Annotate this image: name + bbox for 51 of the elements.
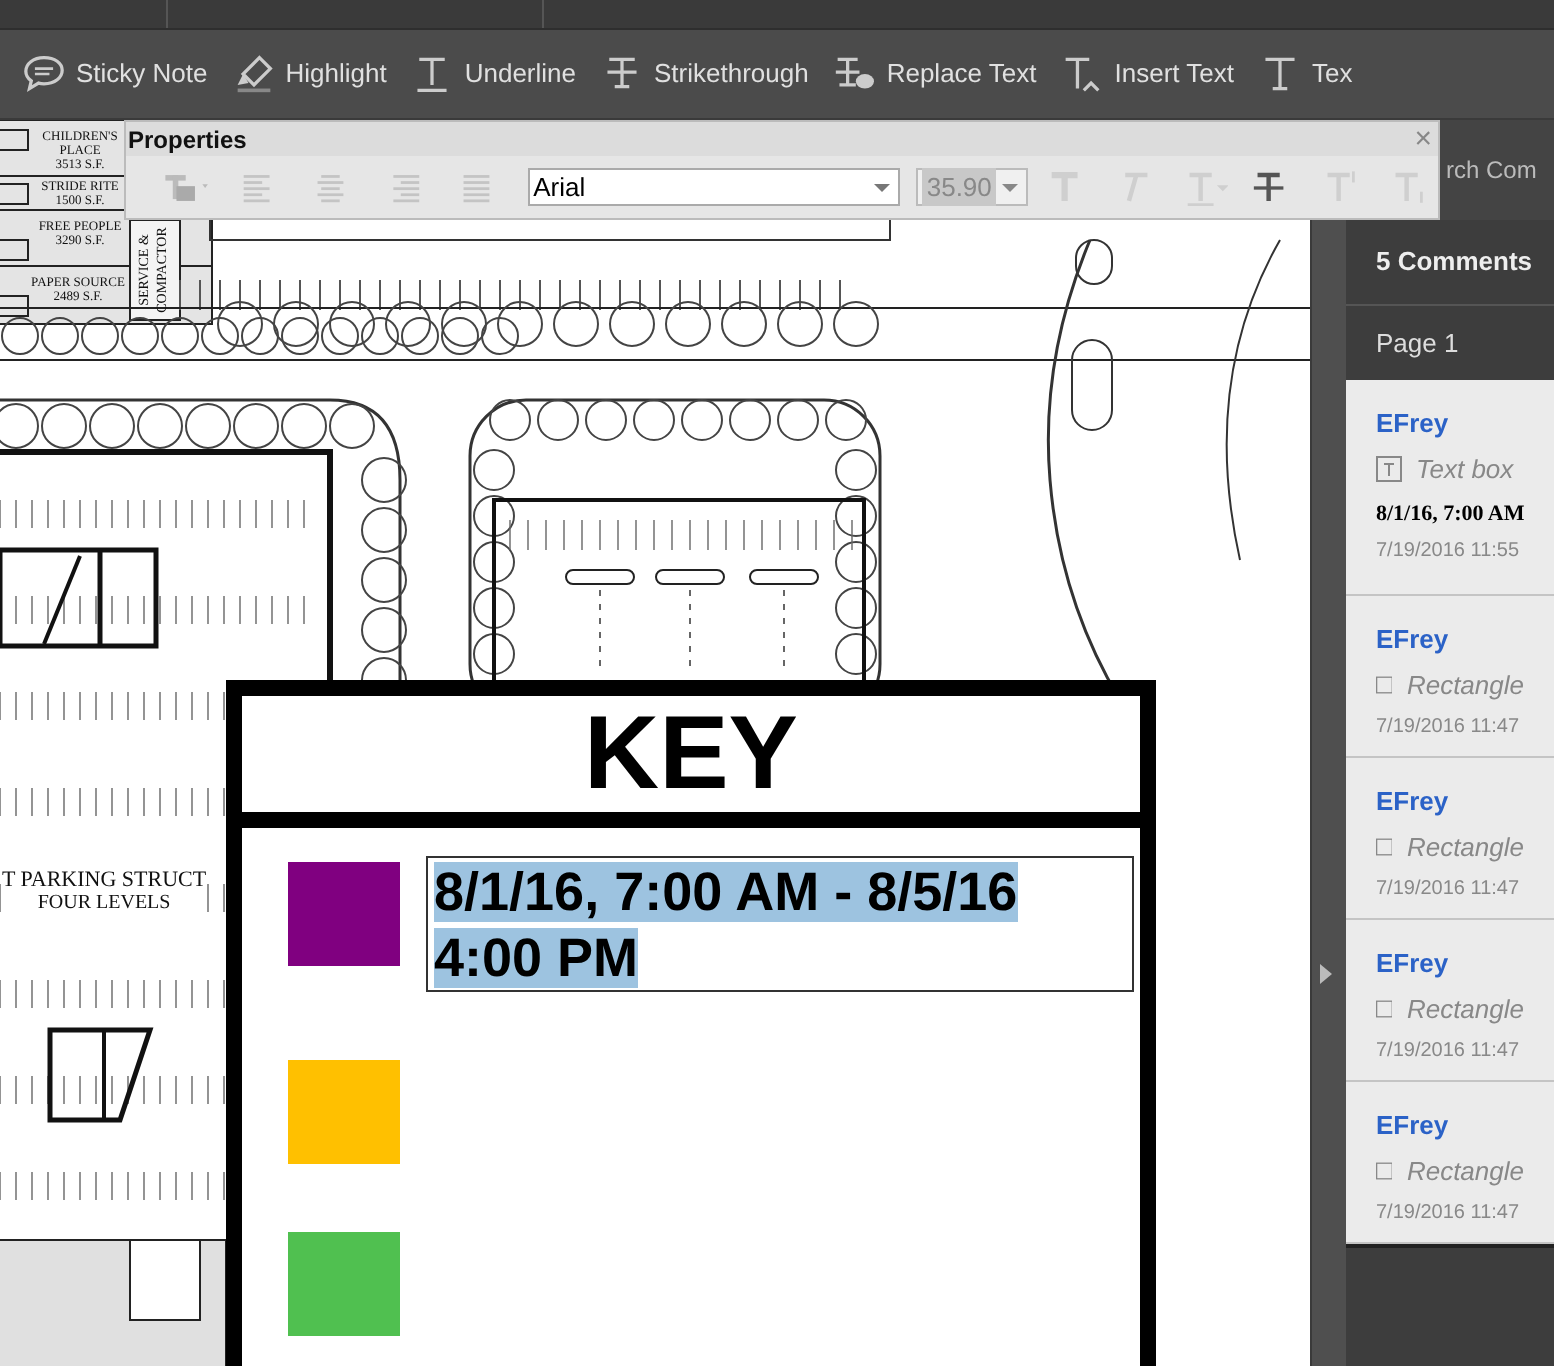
comment-author: EFrey [1376, 948, 1451, 980]
comment-author: EFrey [1376, 786, 1451, 818]
text-replace-icon [834, 54, 875, 94]
search-field[interactable]: rch Com [1446, 152, 1537, 188]
comment-date: 7/19/2016 11:47 [1376, 875, 1522, 903]
tool-button[interactable]: Replace Text [834, 54, 1037, 94]
comment-count: 5 Comments [1376, 244, 1533, 281]
comment-date: 7/19/2016 11:47 [1376, 1199, 1522, 1227]
page-heading: Page 1 [1376, 325, 1459, 362]
tool-button[interactable]: Underline [412, 54, 576, 94]
text-strikethrough-icon [602, 54, 642, 94]
comment-author: EFrey [1376, 1110, 1451, 1142]
comment-card[interactable]: EFrey Rectangle 7/19/2016 11:47 [1346, 920, 1554, 1082]
expand-arrow-icon[interactable] [1320, 964, 1332, 984]
comment-type: Rectangle [1406, 992, 1524, 1028]
comment-type: Rectangle [1406, 1154, 1524, 1190]
comment-type: Text box [1416, 452, 1514, 488]
tool-button[interactable]: Sticky Note [24, 54, 208, 94]
tool-button[interactable]: Strikethrough [602, 54, 809, 94]
legend-title: KEY [584, 702, 798, 806]
comment-date: 7/19/2016 11:47 [1376, 713, 1522, 741]
text-box-icon [1376, 456, 1402, 483]
tool-button[interactable]: Insert Text [1062, 54, 1234, 94]
panel-title: Properties [128, 123, 247, 157]
tool-button[interactable]: Highlight [233, 54, 387, 94]
text-icon [1259, 54, 1300, 94]
text-insert-icon [1062, 54, 1103, 94]
comment-text: 8/1/16, 7:00 AM [1376, 499, 1524, 529]
square-icon [1376, 1158, 1393, 1185]
text-box[interactable]: 8/1/16, 7:00 AM - 8/5/16 4:00 PM [426, 856, 1134, 992]
speech-bubble-icon [24, 54, 64, 94]
square-icon [1376, 834, 1393, 861]
plan-label: T PARKING STRUCT FOUR LEVELS [2, 868, 207, 916]
comment-card[interactable]: EFrey Rectangle 7/19/2016 11:47 [1346, 758, 1554, 920]
comment-author: EFrey [1376, 624, 1451, 656]
dropdown-arrow-icon [870, 179, 895, 195]
text-underline-icon [412, 54, 453, 94]
comment-type: Rectangle [1406, 668, 1524, 704]
tool-button[interactable]: Tex [1259, 54, 1353, 94]
comment-type: Rectangle [1406, 830, 1524, 866]
font-field[interactable]: Arial [527, 168, 901, 206]
comment-card[interactable]: EFrey Text box 8/1/16, 7:00 AM 7/19/2016 11:55 [1346, 380, 1554, 596]
dropdown-arrow-icon [997, 179, 1022, 195]
comment-card[interactable]: EFrey Rectangle 7/19/2016 11:47 [1346, 596, 1554, 758]
comment-card[interactable]: EFrey Rectangle 7/19/2016 11:47 [1346, 1082, 1554, 1244]
comment-date: 7/19/2016 11:47 [1376, 1037, 1522, 1065]
square-icon [1376, 996, 1393, 1023]
comment-date: 7/19/2016 11:55 [1376, 538, 1522, 566]
square-icon [1376, 672, 1393, 699]
comment-author: EFrey [1376, 408, 1451, 440]
marker-icon [233, 54, 274, 94]
